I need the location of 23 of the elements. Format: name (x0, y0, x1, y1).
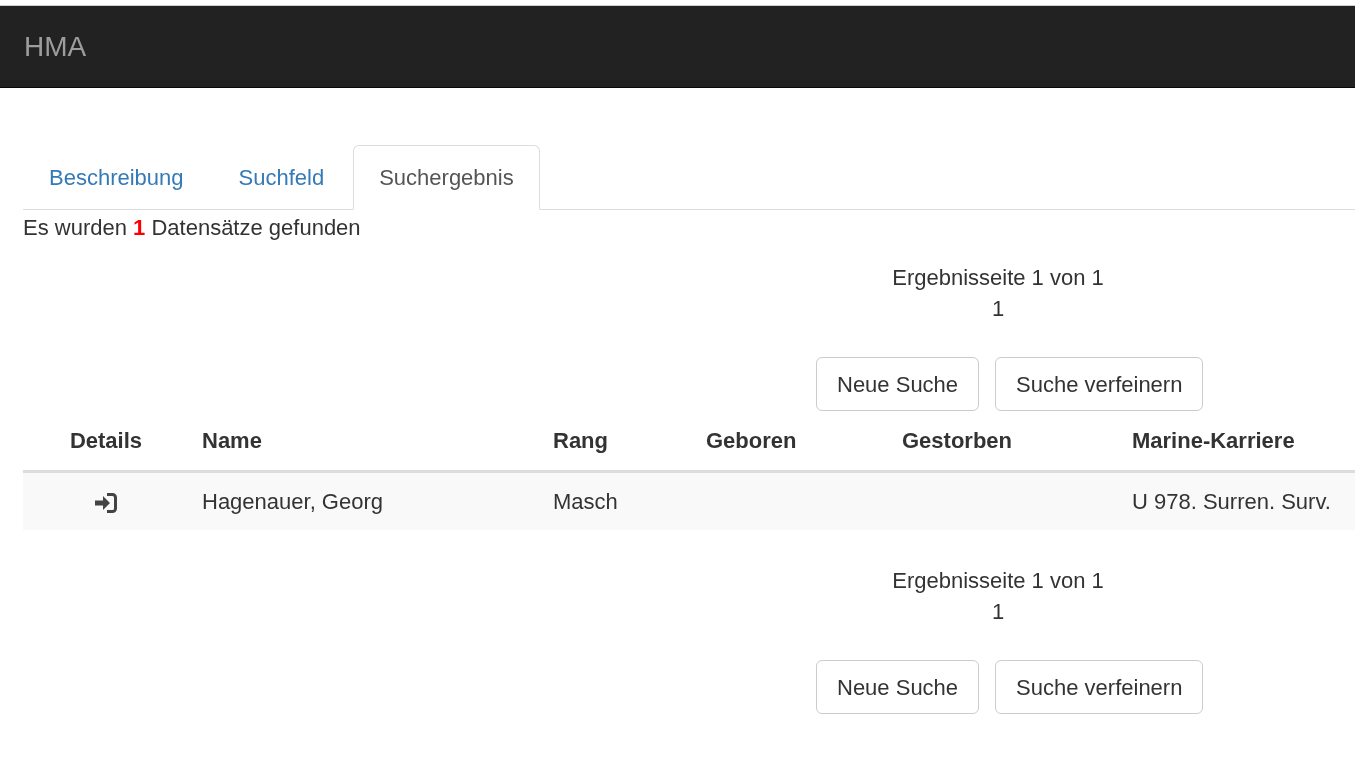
table-cell: Masch (553, 489, 618, 514)
result-summary: Es wurden 1 Datensätze gefunden (23, 214, 362, 242)
table-cell: U 978. Surren. Surv. (1132, 489, 1331, 514)
column-header: Name (202, 428, 262, 453)
search-action-button[interactable]: Neue Suche (816, 357, 980, 411)
arrow-into-bracket-icon[interactable] (94, 492, 118, 515)
page-info: Ergebnisseite 1 von 1 (891, 264, 1105, 292)
column-header: Rang (553, 428, 608, 453)
page-info: Ergebnisseite 1 von 1 (891, 567, 1105, 595)
page-number: 1 (991, 598, 1005, 626)
tab[interactable]: Suchfeld (212, 145, 351, 210)
brand-title[interactable]: HMA (24, 30, 87, 63)
tab[interactable]: Suchergebnis (353, 145, 540, 210)
page-number: 1 (991, 295, 1005, 323)
search-action-button[interactable]: Suche verfeinern (995, 660, 1204, 714)
column-header: Gestorben (902, 428, 1013, 453)
column-header: Details (69, 428, 143, 453)
table-cell: Hagenauer, Georg (202, 489, 384, 514)
tab[interactable]: Beschreibung (23, 145, 210, 210)
column-header: Marine-Karriere (1132, 428, 1295, 453)
search-action-button[interactable]: Neue Suche (816, 660, 980, 714)
search-action-button[interactable]: Suche verfeinern (995, 357, 1204, 411)
column-header: Geboren (706, 428, 797, 453)
